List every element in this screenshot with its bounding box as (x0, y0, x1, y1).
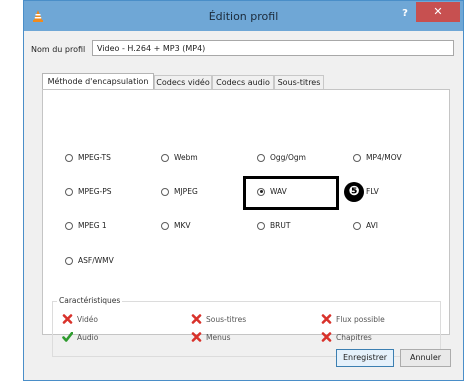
radio-indicator (257, 153, 265, 162)
feature-streamable: Flux possible (321, 314, 385, 324)
tab-video-codecs[interactable]: Codecs vidéo (154, 75, 212, 89)
radio-avi[interactable]: AVI (353, 221, 378, 230)
tab-audio-codecs[interactable]: Codecs audio (212, 75, 274, 89)
profile-edit-dialog: Édition profil ? ✕ Nom du profil Video -… (23, 0, 464, 381)
radio-indicator (65, 187, 73, 196)
feature-label: Vidéo (77, 314, 99, 324)
radio-label: MJPEG (174, 187, 198, 196)
radio-indicator (65, 221, 73, 230)
radio-indicator (161, 221, 169, 230)
features-title: Caractéristiques (57, 296, 123, 305)
radio-brut[interactable]: BRUT (257, 221, 290, 230)
title-bar[interactable]: Édition profil ? ✕ (24, 1, 463, 31)
feature-video: Vidéo (62, 314, 98, 324)
close-button[interactable]: ✕ (416, 2, 460, 22)
radio-label: MPEG-TS (78, 153, 111, 162)
radio-label: Webm (174, 153, 198, 162)
radio-mpeg-ps[interactable]: MPEG-PS (65, 187, 112, 196)
feature-label: Menus (206, 332, 231, 342)
feature-label: Sous-titres (206, 314, 247, 324)
radio-mpeg1[interactable]: MPEG 1 (65, 221, 107, 230)
radio-mjpeg[interactable]: MJPEG (161, 187, 198, 196)
feature-label: Flux possible (336, 314, 385, 324)
radio-label: Ogg/Ogm (270, 153, 306, 162)
wav-highlight-frame (243, 176, 339, 210)
profile-name-input[interactable]: Video - H.264 + MP3 (MP4) (92, 40, 454, 56)
cross-icon (191, 314, 202, 324)
radio-ogg-ogm[interactable]: Ogg/Ogm (257, 153, 306, 162)
help-button[interactable]: ? (398, 7, 412, 21)
tab-subtitles[interactable]: Sous-titres (274, 75, 324, 89)
dialog-body: Nom du profil Video - H.264 + MP3 (MP4) … (28, 31, 459, 376)
feature-label: Chapitres (336, 332, 372, 342)
cross-icon (321, 314, 332, 324)
feature-audio: Audio (62, 332, 98, 342)
radio-label: MKV (174, 221, 191, 230)
radio-indicator (65, 153, 73, 162)
cross-icon (191, 332, 202, 342)
feature-menus: Menus (191, 332, 231, 342)
step-number-badge: ❺ (344, 182, 364, 202)
feature-label: Audio (77, 332, 99, 342)
radio-label: MP4/MOV (366, 153, 402, 162)
save-button[interactable]: Enregistrer (336, 349, 394, 367)
checkmark-icon (62, 332, 73, 342)
feature-subtitles: Sous-titres (191, 314, 246, 324)
radio-label: MPEG-PS (78, 187, 112, 196)
radio-label: ASF/WMV (78, 256, 114, 265)
radio-indicator (161, 187, 169, 196)
radio-indicator (353, 153, 361, 162)
radio-asf-wmv[interactable]: ASF/WMV (65, 256, 114, 265)
radio-label: BRUT (270, 221, 291, 230)
encapsulation-panel: MPEG-TS Webm Ogg/Ogm MP4/MOV MPEG-PS MJP… (42, 89, 450, 357)
cross-icon (62, 314, 73, 324)
radio-label: MPEG 1 (78, 221, 107, 230)
feature-chapters: Chapitres (321, 332, 372, 342)
radio-label: FLV (366, 187, 379, 196)
radio-indicator (353, 221, 361, 230)
radio-mkv[interactable]: MKV (161, 221, 191, 230)
tab-encapsulation[interactable]: Méthode d'encapsulation (42, 73, 154, 90)
radio-mpeg-ts[interactable]: MPEG-TS (65, 153, 111, 162)
radio-indicator (65, 256, 73, 265)
cancel-button[interactable]: Annuler (400, 349, 451, 367)
radio-mp4-mov[interactable]: MP4/MOV (353, 153, 402, 162)
profile-name-label: Nom du profil (31, 45, 86, 54)
radio-indicator (161, 153, 169, 162)
cross-icon (321, 332, 332, 342)
radio-indicator (257, 221, 265, 230)
radio-webm[interactable]: Webm (161, 153, 198, 162)
radio-label: AVI (366, 221, 378, 230)
